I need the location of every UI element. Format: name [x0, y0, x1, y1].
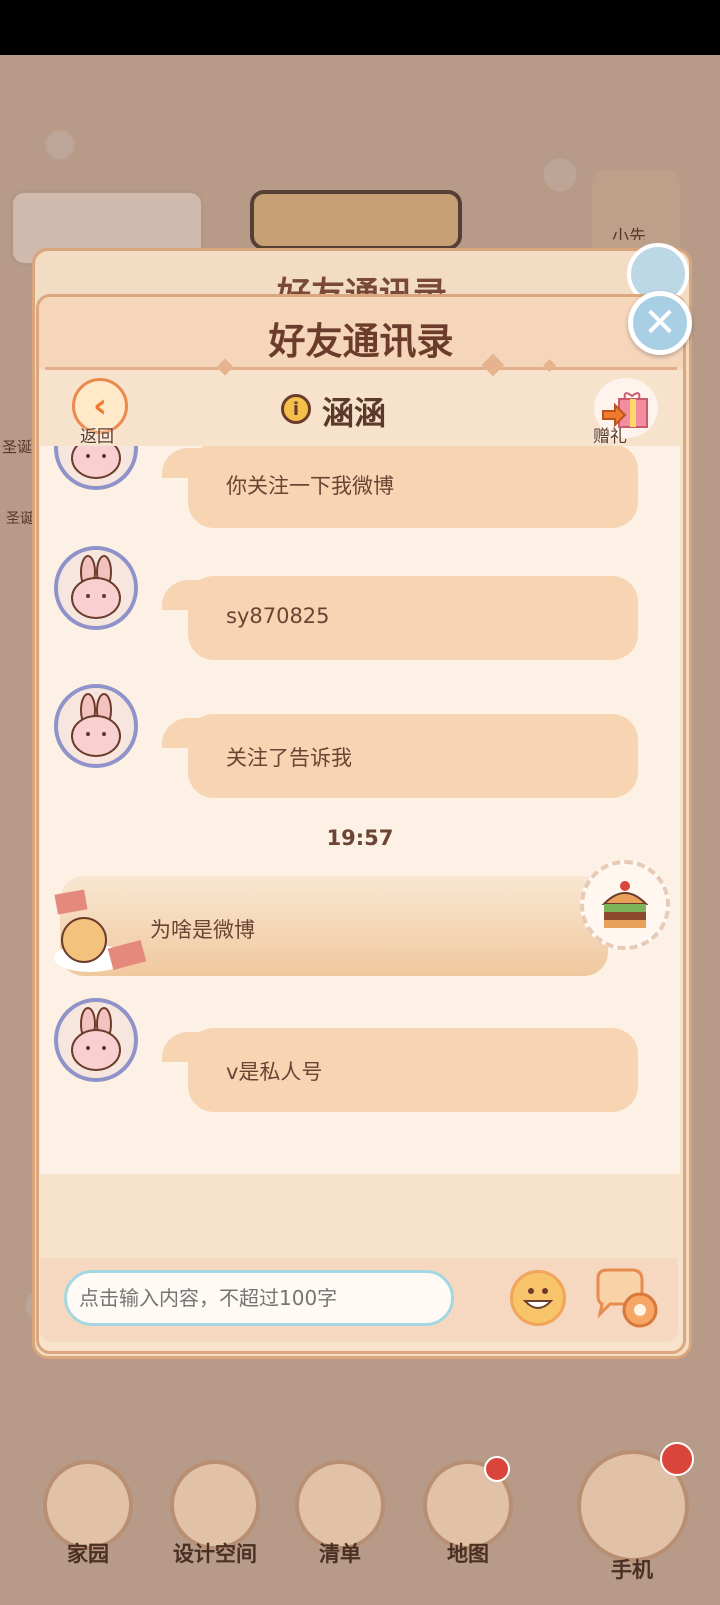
bunny-avatar-icon: [71, 693, 121, 757]
friend-avatar: [54, 684, 138, 768]
bunny-avatar-icon: [71, 1007, 121, 1071]
nav-phone-label: 手机: [611, 1558, 653, 1582]
back-dialog-title: 好友通讯录: [277, 275, 447, 297]
notification-badge: [484, 1456, 510, 1482]
message-text: 你关注一下我微博: [226, 474, 394, 498]
message-friend: 你关注一下我微博: [40, 446, 680, 528]
message-friend: 关注了告诉我: [40, 684, 680, 798]
nav-map[interactable]: 地图: [418, 1456, 518, 1566]
message-text: v是私人号: [226, 1060, 323, 1084]
chevron-left-icon: ‹: [92, 386, 107, 426]
cat-decoration-icon: [54, 889, 147, 972]
nav-design-space-label: 设计空间: [173, 1542, 257, 1566]
list-icon: [295, 1460, 385, 1550]
smiley-icon: [522, 1288, 554, 1309]
nav-map-label: 地图: [447, 1542, 489, 1566]
nav-list-label: 清单: [319, 1542, 361, 1566]
friend-avatar: [54, 998, 138, 1082]
message-text: 为啥是微博: [150, 918, 255, 942]
nav-design-space[interactable]: 设计空间: [165, 1460, 265, 1566]
bunny-avatar-icon: [71, 446, 121, 479]
message-timestamp: 19:57: [326, 826, 394, 850]
back-button-label: 返回: [80, 427, 114, 447]
chat-message-list[interactable]: 你关注一下我微博 sy870825 关注了告诉我 19:57 为啥是微博 v是私…: [40, 446, 680, 1174]
nav-home[interactable]: 家园: [38, 1460, 138, 1566]
nav-phone[interactable]: 手机: [572, 1442, 694, 1582]
chat-gear-icon: [596, 1268, 658, 1328]
message-friend: sy870825: [40, 546, 680, 660]
chat-settings-button[interactable]: [592, 1268, 664, 1332]
message-self: 为啥是微博: [40, 860, 680, 986]
notification-badge: [660, 1442, 694, 1476]
gift-button-label: 赠礼: [593, 427, 627, 447]
nav-home-label: 家园: [67, 1542, 109, 1566]
chat-text-input[interactable]: [64, 1270, 454, 1326]
message-friend: v是私人号: [40, 998, 680, 1112]
cake-avatar-icon: [601, 881, 649, 928]
bottom-navigation: 家园 设计空间 清单 地图 手机: [0, 1420, 720, 1605]
message-text: 关注了告诉我: [226, 746, 352, 770]
chat-header: ‹ 返回 i 涵涵 赠礼: [40, 370, 678, 448]
design-tools-icon: [170, 1460, 260, 1550]
friend-name: 涵涵: [322, 394, 387, 432]
message-text: sy870825: [226, 604, 330, 628]
info-icon-glyph: i: [292, 398, 300, 420]
friend-avatar: [54, 446, 138, 490]
dialog-title: 好友通讯录: [268, 320, 454, 363]
chat-input-bar: [40, 1258, 678, 1342]
self-avatar: [580, 860, 670, 950]
close-icon: ✕: [643, 300, 677, 346]
close-button[interactable]: ✕: [628, 291, 692, 355]
info-icon[interactable]: i: [281, 394, 311, 424]
dialog-header: 好友通讯录: [39, 297, 683, 369]
nav-list[interactable]: 清单: [290, 1460, 390, 1566]
bunny-avatar-icon: [71, 555, 121, 619]
home-icon: [43, 1460, 133, 1550]
friend-avatar: [54, 546, 138, 630]
emoji-button[interactable]: [510, 1270, 566, 1326]
